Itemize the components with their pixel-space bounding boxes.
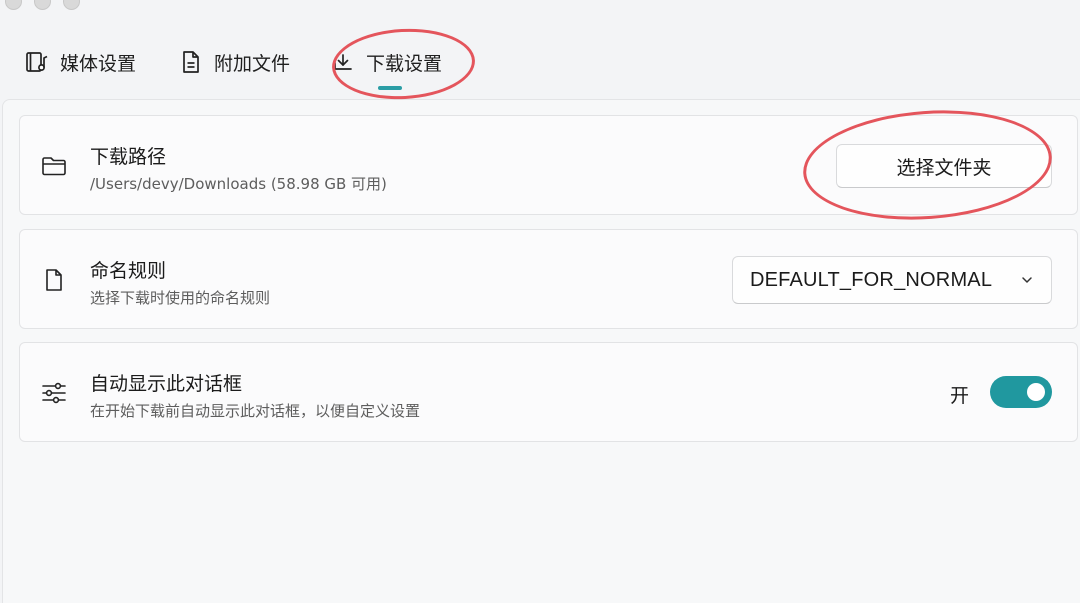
settings-panel: 下载路径 /Users/devy/Downloads (58.98 GB 可用)… <box>2 99 1080 603</box>
toggle-state-label: 开 <box>949 385 969 407</box>
auto-show-card: 自动显示此对话框 在开始下载前自动显示此对话框，以便自定义设置 开 <box>19 342 1078 442</box>
tab-media-settings[interactable]: 媒体设置 <box>24 42 136 82</box>
toggle-knob <box>1027 383 1045 401</box>
auto-show-title: 自动显示此对话框 <box>90 373 243 395</box>
download-path-value: /Users/devy/Downloads (58.98 GB 可用) <box>90 175 387 193</box>
naming-rule-card: 命名规则 选择下载时使用的命名规则 DEFAULT_FOR_NORMAL <box>19 229 1078 329</box>
tab-label: 附加文件 <box>214 52 291 75</box>
file-icon <box>40 266 68 294</box>
tab-label: 媒体设置 <box>60 52 137 75</box>
zoom-window-button[interactable] <box>63 0 80 10</box>
download-icon <box>330 49 356 75</box>
tab-label: 下载设置 <box>366 52 443 75</box>
tab-download-settings[interactable]: 下载设置 <box>330 42 442 82</box>
chevron-down-icon <box>1019 272 1035 288</box>
window-controls <box>0 0 80 10</box>
close-window-button[interactable] <box>5 0 22 10</box>
auto-show-subtitle: 在开始下载前自动显示此对话框，以便自定义设置 <box>90 402 421 420</box>
settings-tabs: 媒体设置 附加文件 下载设置 <box>0 42 1080 100</box>
minimize-window-button[interactable] <box>34 0 51 10</box>
folder-icon <box>40 152 68 180</box>
download-path-title: 下载路径 <box>90 146 167 168</box>
naming-rule-subtitle: 选择下载时使用的命名规则 <box>90 289 271 307</box>
document-icon <box>178 49 204 75</box>
active-tab-indicator <box>378 86 402 90</box>
download-path-card: 下载路径 /Users/devy/Downloads (58.98 GB 可用)… <box>19 115 1078 215</box>
naming-rule-select[interactable]: DEFAULT_FOR_NORMAL <box>732 256 1052 304</box>
choose-folder-button[interactable]: 选择文件夹 <box>836 144 1052 188</box>
sliders-icon <box>40 379 68 407</box>
auto-show-toggle[interactable] <box>990 376 1052 408</box>
naming-rule-selected-value: DEFAULT_FOR_NORMAL <box>750 268 993 291</box>
tab-attached-files[interactable]: 附加文件 <box>178 42 290 82</box>
film-music-icon <box>24 49 50 75</box>
naming-rule-title: 命名规则 <box>90 260 167 282</box>
